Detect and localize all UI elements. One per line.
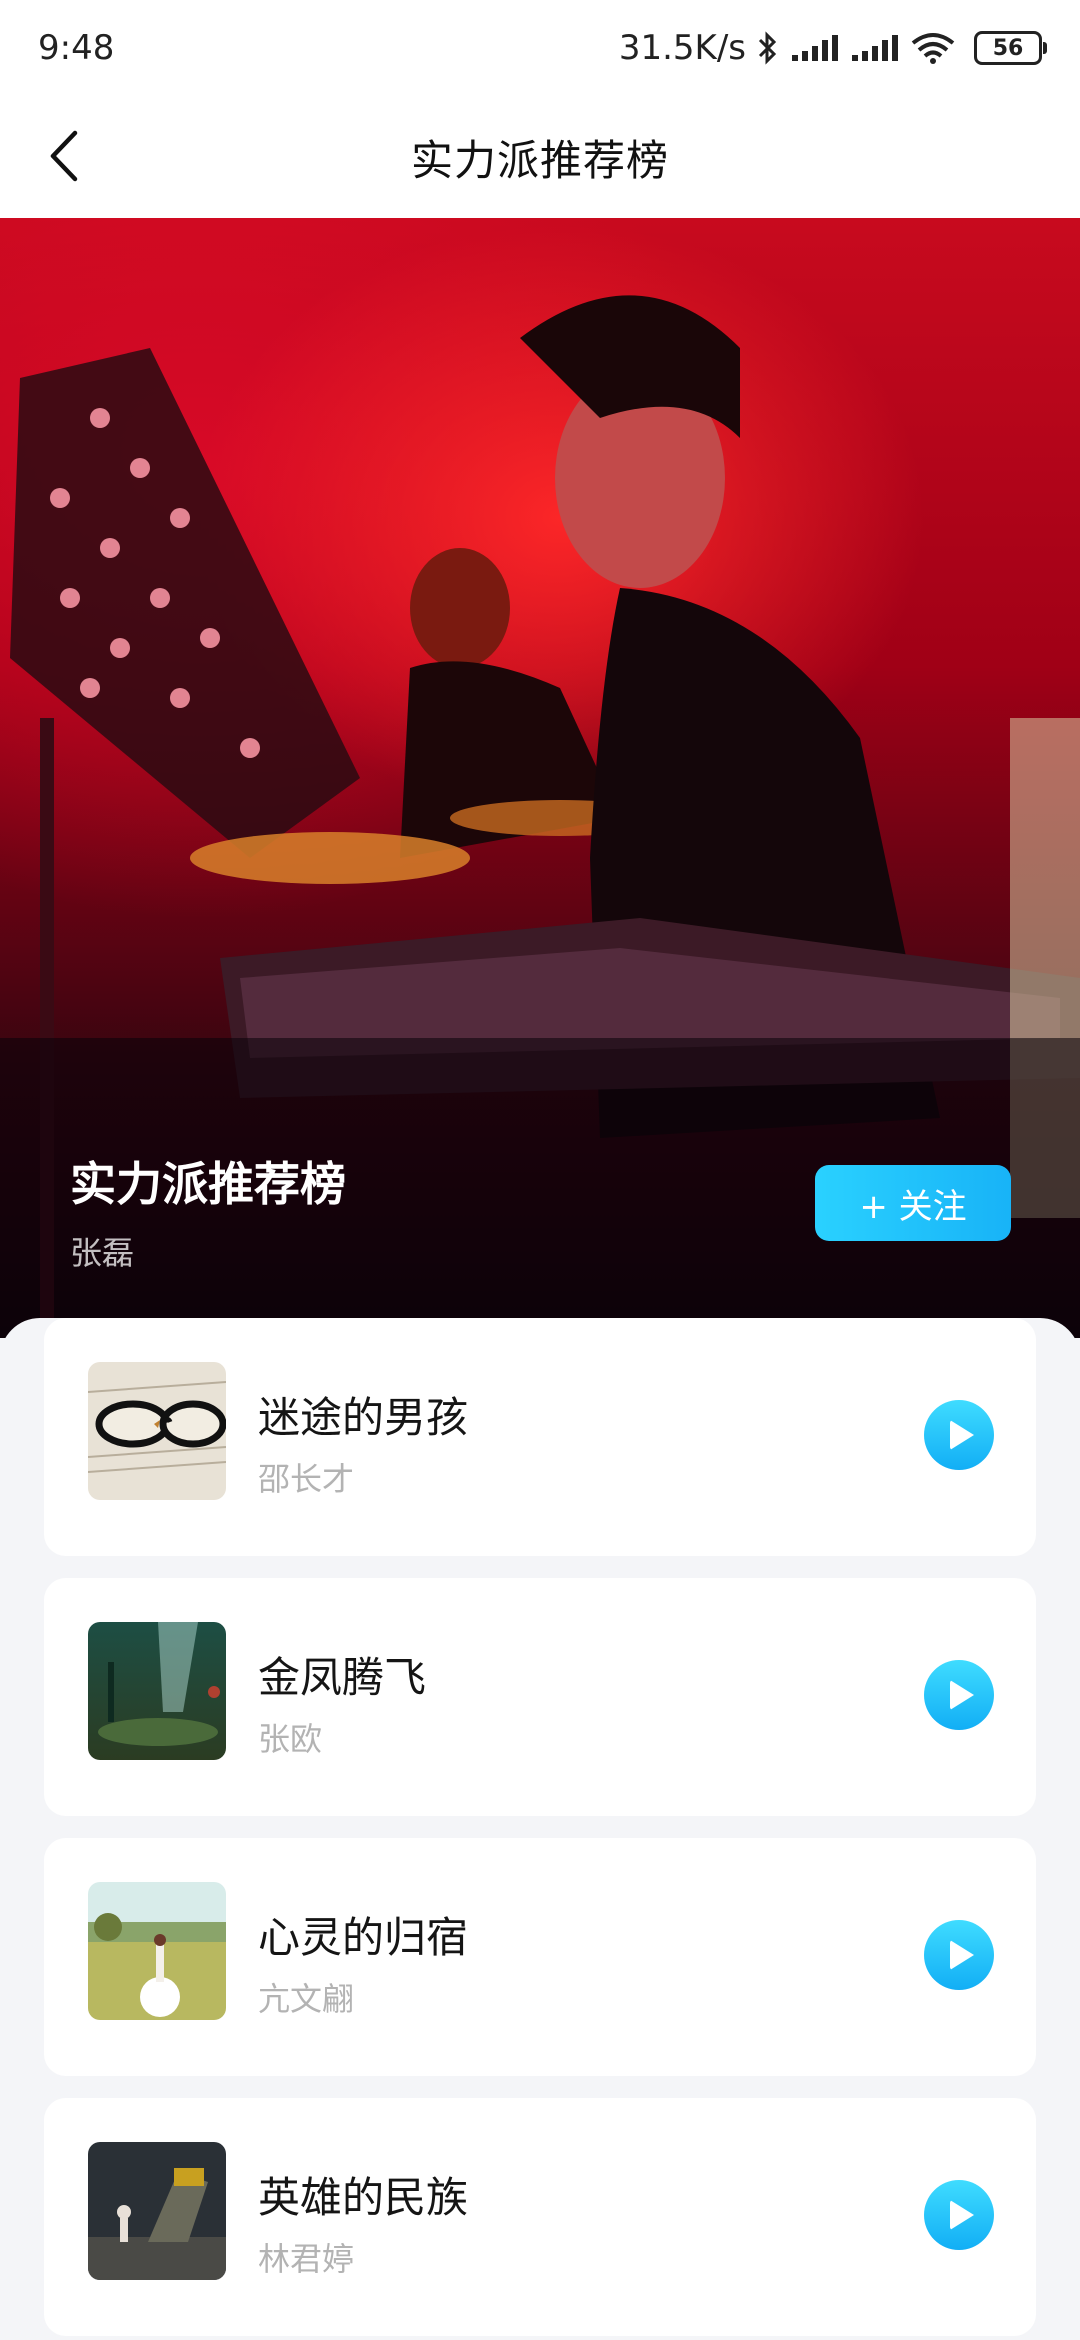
page-title: 实力派推荐榜 <box>410 135 669 185</box>
playlist-author: 张磊 <box>70 1234 135 1272</box>
song-card[interactable]: 金凤腾飞 张欧 <box>44 1578 1036 1816</box>
song-title: 心灵的归宿 <box>258 1913 469 1962</box>
play-icon <box>950 2200 974 2230</box>
song-cover <box>88 1882 226 2020</box>
play-button[interactable] <box>924 1660 994 1730</box>
status-bar: 9:48 31.5K/s 56 <box>0 0 1080 96</box>
chevron-left-icon <box>50 130 78 182</box>
song-title: 英雄的民族 <box>258 2173 469 2222</box>
song-card[interactable]: 英雄的民族 林君婷 <box>44 2098 1036 2336</box>
song-title: 迷途的男孩 <box>258 1393 469 1442</box>
bluetooth-icon <box>756 30 780 66</box>
hero-banner: 实力派推荐榜 张磊 + 关注 <box>0 218 1080 1338</box>
song-title: 金凤腾飞 <box>258 1653 427 1702</box>
song-cover <box>88 2142 226 2280</box>
battery-icon: 56 <box>974 31 1047 65</box>
play-icon <box>950 1680 974 1710</box>
play-button[interactable] <box>924 1400 994 1470</box>
playlist-title: 实力派推荐榜 <box>70 1157 346 1211</box>
song-card[interactable]: 迷途的男孩 邵长才 <box>44 1318 1036 1556</box>
play-icon <box>950 1420 974 1450</box>
follow-button[interactable]: + 关注 <box>815 1165 1011 1241</box>
status-time: 9:48 <box>38 28 115 68</box>
song-cover <box>88 1622 226 1760</box>
song-artist: 亢文翩 <box>258 1980 355 2018</box>
play-icon <box>950 1940 974 1970</box>
play-button[interactable] <box>924 2180 994 2250</box>
song-list: 迷途的男孩 邵长才 金凤腾飞 张欧 心灵的归宿 亢文翩 英雄的民族 林君婷 <box>0 1318 1080 2340</box>
app-header: 实力派推荐榜 <box>0 96 1080 218</box>
signal-icon-1 <box>790 33 840 63</box>
wifi-icon <box>910 31 956 65</box>
network-speed: 31.5K/s <box>618 28 746 68</box>
play-button[interactable] <box>924 1920 994 1990</box>
back-button[interactable] <box>36 128 92 184</box>
status-icons: 31.5K/s 56 <box>618 28 1047 68</box>
song-artist: 邵长才 <box>258 1460 355 1498</box>
song-artist: 张欧 <box>258 1720 323 1758</box>
song-artist: 林君婷 <box>258 2240 355 2278</box>
song-cover <box>88 1362 226 1500</box>
song-card[interactable]: 心灵的归宿 亢文翩 <box>44 1838 1036 2076</box>
signal-icon-2 <box>850 33 900 63</box>
